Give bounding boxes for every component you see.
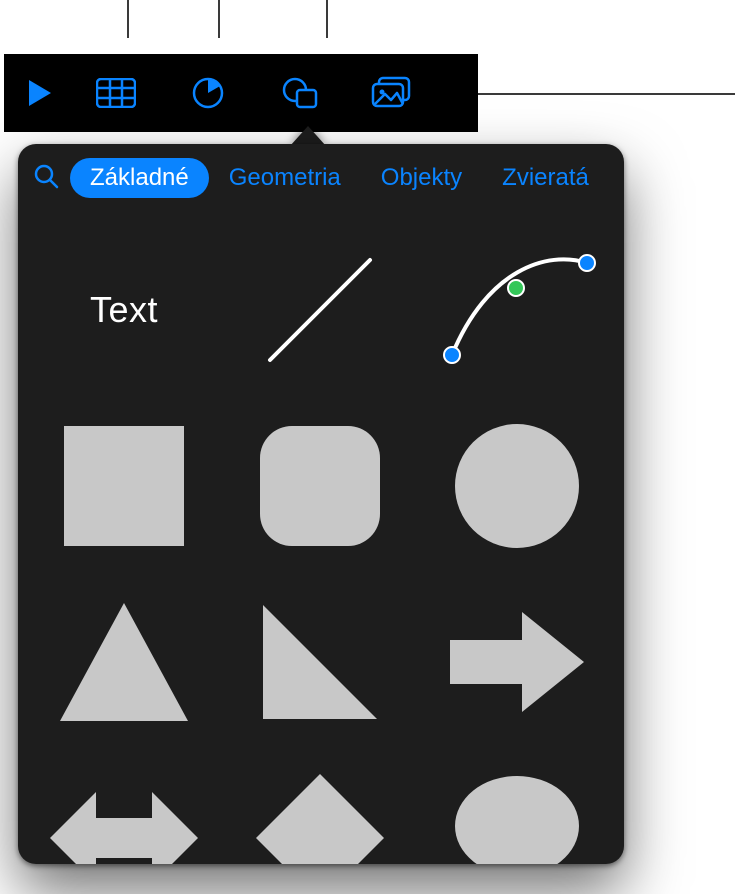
text-shape-label: Text	[90, 289, 158, 331]
rounded-square-icon	[255, 421, 385, 551]
tab-animals[interactable]: Zvieratá	[482, 158, 609, 198]
callout-line	[127, 0, 129, 38]
popover-header: Základné Geometria Objekty Zvieratá	[18, 144, 624, 212]
tab-geometry[interactable]: Geometria	[209, 158, 361, 198]
shapes-grid: Text	[18, 212, 624, 864]
diamond-icon	[250, 768, 390, 864]
double-arrow-shape[interactable]	[40, 754, 208, 864]
search-icon	[32, 162, 60, 195]
play-icon	[27, 78, 53, 108]
table-icon	[96, 78, 136, 108]
shapes-popover: Základné Geometria Objekty Zvieratá Text	[18, 144, 624, 864]
table-button[interactable]	[70, 54, 162, 132]
callout-line	[455, 93, 735, 95]
square-shape[interactable]	[40, 402, 208, 570]
rounded-square-shape[interactable]	[236, 402, 404, 570]
media-icon	[371, 76, 413, 110]
text-shape[interactable]: Text	[40, 226, 208, 394]
media-button[interactable]	[346, 54, 438, 132]
arrow-right-shape[interactable]	[432, 578, 602, 746]
speech-bubble-shape[interactable]	[432, 754, 602, 864]
curve-pen-shape[interactable]	[432, 226, 602, 394]
diamond-shape[interactable]	[236, 754, 404, 864]
circle-shape[interactable]	[432, 402, 602, 570]
triangle-icon	[54, 597, 194, 727]
double-arrow-icon	[44, 778, 204, 864]
right-triangle-icon	[255, 597, 385, 727]
shape-icon	[281, 76, 319, 110]
category-tabs: Základné Geometria Objekty Zvieratá	[70, 158, 609, 198]
search-button[interactable]	[32, 160, 60, 196]
line-shape[interactable]	[236, 226, 404, 394]
popover-arrow	[290, 126, 326, 146]
chart-button[interactable]	[162, 54, 254, 132]
tab-objects[interactable]: Objekty	[361, 158, 482, 198]
callout-line	[326, 0, 328, 38]
triangle-shape[interactable]	[40, 578, 208, 746]
right-triangle-shape[interactable]	[236, 578, 404, 746]
arrow-right-icon	[442, 602, 592, 722]
pie-chart-icon	[191, 76, 225, 110]
speech-bubble-icon	[447, 768, 587, 864]
play-button[interactable]	[4, 54, 70, 132]
curve-pen-icon	[432, 235, 602, 385]
toolbar	[4, 54, 478, 132]
shape-button[interactable]	[254, 54, 346, 132]
callout-line	[218, 0, 220, 38]
circle-icon	[452, 421, 582, 551]
line-icon	[245, 235, 395, 385]
square-icon	[59, 421, 189, 551]
tab-basic[interactable]: Základné	[70, 158, 209, 198]
